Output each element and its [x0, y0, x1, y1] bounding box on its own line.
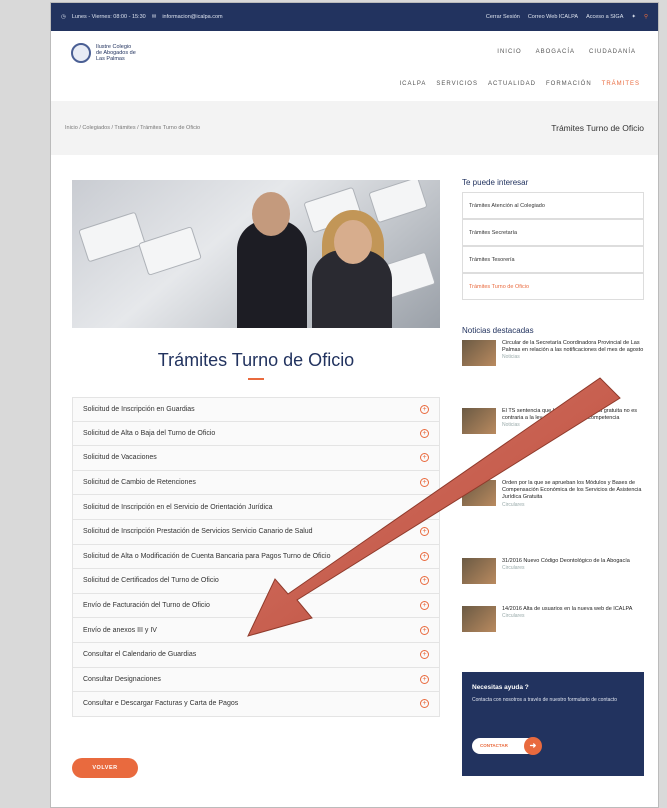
- help-text: Contacta con nosotros a través de nuestr…: [472, 697, 618, 703]
- nav-abogacia[interactable]: ABOGACÍA: [536, 49, 575, 55]
- news-thumbnail[interactable]: [462, 606, 496, 632]
- accordion: Solicitud de Inscripción en Guardias + So…: [72, 397, 440, 717]
- man-head: [252, 192, 290, 236]
- secondary-nav: INICIO ABOGACÍA CIUDADANÍA: [497, 49, 636, 55]
- news-item[interactable]: Circular de la Secretaría Coordinadora P…: [462, 340, 644, 366]
- webmail-link[interactable]: Correo Web ICALPA: [528, 14, 578, 20]
- news-thumbnail[interactable]: [462, 558, 496, 584]
- plus-icon[interactable]: +: [420, 650, 429, 660]
- plus-icon[interactable]: +: [420, 404, 429, 414]
- accordion-item[interactable]: Solicitud de Alta o Baja del Turno de Of…: [72, 421, 440, 447]
- main-nav: ICALPA SERVICIOS ACTUALIDAD FORMACIÓN TR…: [399, 81, 640, 87]
- accordion-item[interactable]: Solicitud de Certificados del Turno de O…: [72, 569, 440, 594]
- twitter-icon[interactable]: ✦: [631, 14, 636, 20]
- siga-link[interactable]: Acceso a SIGA: [586, 14, 623, 20]
- sidebar-link-turno[interactable]: Trámites Turno de Oficio: [462, 273, 644, 300]
- news-item[interactable]: 14/2016 Alta de usuarios en la nueva web…: [462, 606, 644, 632]
- sidebar-link-tesoreria[interactable]: Trámites Tesorería: [462, 246, 644, 273]
- arrow-right-icon: ➜: [524, 737, 542, 755]
- plus-icon[interactable]: +: [420, 674, 429, 684]
- news-item[interactable]: El TS sentencia que la asistencia jurídi…: [462, 408, 644, 434]
- accordion-item[interactable]: Solicitud de Cambio de Retenciones +: [72, 470, 440, 496]
- plus-icon[interactable]: +: [420, 428, 429, 438]
- plus-icon[interactable]: +: [420, 527, 429, 537]
- hero-image: [72, 180, 440, 328]
- clock-icon: ◷: [61, 14, 66, 20]
- main-title: Trámites Turno de Oficio: [157, 350, 355, 370]
- nav-ciudadania[interactable]: CIUDADANÍA: [589, 49, 636, 55]
- nav-inicio[interactable]: INICIO: [497, 49, 521, 55]
- plus-icon[interactable]: +: [420, 502, 429, 512]
- interest-heading: Te puede interesar: [462, 178, 529, 187]
- opening-hours: Lunes - Viernes: 08:00 - 15:30: [71, 14, 146, 20]
- plus-icon[interactable]: +: [420, 576, 429, 586]
- accordion-item[interactable]: Solicitud de Vacaciones +: [72, 446, 440, 471]
- contact-email[interactable]: informacion@icalpa.com: [162, 14, 222, 20]
- logo[interactable]: Ilustre Colegio de Abogados de Las Palma…: [71, 43, 136, 63]
- accordion-item[interactable]: Solicitud de Inscripción en el Servicio …: [72, 495, 440, 520]
- man-figure: [237, 220, 307, 328]
- plus-icon[interactable]: +: [420, 453, 429, 463]
- top-bar: ◷ Lunes - Viernes: 08:00 - 15:30 ✉ infor…: [51, 3, 658, 31]
- news-thumbnail[interactable]: [462, 340, 496, 366]
- news-thumbnail[interactable]: [462, 480, 496, 506]
- nav-formacion[interactable]: FORMACIÓN: [546, 81, 592, 87]
- page-title: Trámites Turno de Oficio: [551, 123, 644, 133]
- mail-icon: ✉: [151, 14, 157, 20]
- plus-icon[interactable]: +: [420, 551, 429, 561]
- accordion-item[interactable]: Envío de Facturación del Turno de Oficio…: [72, 593, 440, 619]
- plus-icon[interactable]: +: [420, 601, 429, 611]
- woman-head: [334, 220, 372, 264]
- accordion-item[interactable]: Consultar el Calendario de Guardias +: [72, 642, 440, 668]
- accordion-item[interactable]: Envío de anexos III y IV +: [72, 618, 440, 643]
- help-box: Necesitas ayuda ? Contacta con nosotros …: [462, 672, 644, 776]
- logo-text: Ilustre Colegio de Abogados de Las Palma…: [96, 44, 136, 62]
- back-button[interactable]: VOLVER: [72, 758, 138, 778]
- header: Ilustre Colegio de Abogados de Las Palma…: [51, 31, 658, 101]
- accordion-item[interactable]: Consultar e Descargar Facturas y Carta d…: [72, 692, 440, 717]
- accordion-item[interactable]: Consultar Designaciones +: [72, 667, 440, 693]
- nav-tramites[interactable]: TRÁMITES: [602, 81, 640, 87]
- sidebar-link-secretaria[interactable]: Trámites Secretaría: [462, 219, 644, 246]
- news-heading: Noticias destacadas: [462, 326, 534, 335]
- plus-icon[interactable]: +: [420, 699, 429, 709]
- nav-icalpa[interactable]: ICALPA: [399, 81, 426, 87]
- sidebar-link-atencion[interactable]: Trámites Atención al Colegiado: [462, 192, 644, 219]
- nav-servicios[interactable]: SERVICIOS: [436, 81, 478, 87]
- accordion-item[interactable]: Solicitud de Inscripción en Guardias +: [72, 397, 440, 422]
- plus-icon[interactable]: +: [420, 625, 429, 635]
- nav-actualidad[interactable]: ACTUALIDAD: [488, 81, 536, 87]
- search-icon[interactable]: ⚲: [644, 14, 648, 20]
- logout-link[interactable]: Cerrar Sesión: [486, 14, 520, 20]
- logo-seal-icon: [71, 43, 91, 63]
- contact-button[interactable]: CONTACTAR ➜: [472, 737, 542, 755]
- breadcrumb[interactable]: Inicio / Colegiados / Trámites / Trámite…: [65, 125, 200, 131]
- title-bar: Inicio / Colegiados / Trámites / Trámite…: [51, 101, 658, 155]
- help-title: Necesitas ayuda ?: [472, 684, 529, 691]
- title-underline: [248, 378, 264, 380]
- interest-links: Trámites Atención al Colegiado Trámites …: [462, 192, 644, 300]
- news-thumbnail[interactable]: [462, 408, 496, 434]
- accordion-item[interactable]: Solicitud de Alta o Modificación de Cuen…: [72, 544, 440, 570]
- news-item[interactable]: 31/2016 Nuevo Código Deontológico de la …: [462, 558, 644, 584]
- accordion-item[interactable]: Solicitud de Inscripción Prestación de S…: [72, 519, 440, 545]
- news-item[interactable]: Orden por la que se aprueban los Módulos…: [462, 480, 644, 508]
- plus-icon[interactable]: +: [420, 478, 429, 488]
